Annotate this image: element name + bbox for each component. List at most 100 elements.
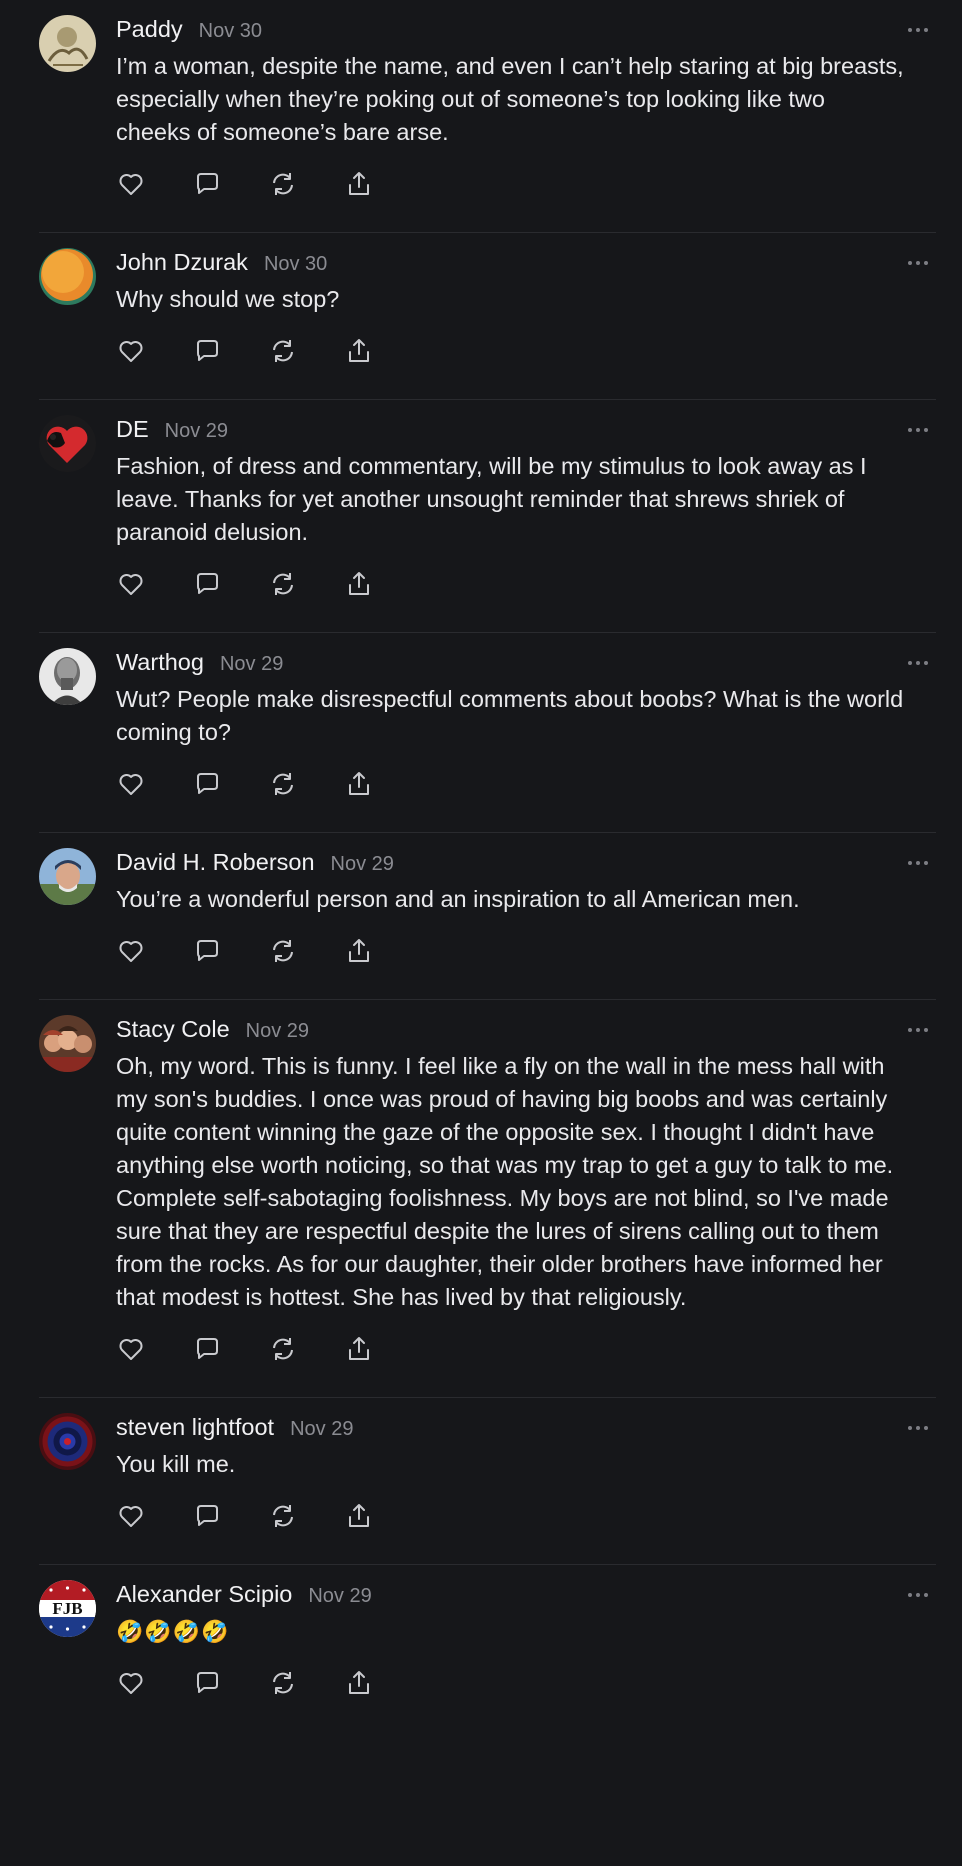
share-icon — [349, 1671, 369, 1694]
share-button[interactable] — [344, 336, 374, 366]
reply-button[interactable] — [192, 336, 222, 366]
avatar[interactable] — [39, 648, 96, 705]
comment-author[interactable]: Paddy — [116, 16, 183, 43]
share-icon — [349, 1504, 369, 1527]
comment-date[interactable]: Nov 29 — [246, 1020, 309, 1043]
reply-button[interactable] — [192, 1501, 222, 1531]
comment-date[interactable]: Nov 29 — [220, 653, 283, 676]
share-button[interactable] — [344, 169, 374, 199]
like-button[interactable] — [116, 1668, 146, 1698]
speech-bubble-icon — [197, 173, 218, 194]
restack-button[interactable] — [268, 769, 298, 799]
heart-icon — [119, 174, 143, 195]
restack-button[interactable] — [268, 1501, 298, 1531]
share-button[interactable] — [344, 1501, 374, 1531]
share-icon — [349, 939, 369, 962]
comment-date[interactable]: Nov 29 — [308, 1585, 371, 1608]
comment-item: John Dzurak Nov 30 Why should we stop? — [39, 233, 936, 400]
comment-author[interactable]: Alexander Scipio — [116, 1581, 292, 1608]
comment-author[interactable]: John Dzurak — [116, 249, 248, 276]
comment-date[interactable]: Nov 30 — [264, 253, 327, 276]
share-icon — [349, 172, 369, 195]
heart-icon — [119, 574, 143, 595]
restack-icon — [273, 1672, 293, 1694]
more-dots-icon[interactable] — [906, 853, 930, 873]
comment-actions — [116, 169, 936, 201]
share-icon — [349, 339, 369, 362]
more-dots-icon[interactable] — [906, 20, 930, 40]
reply-button[interactable] — [192, 936, 222, 966]
comment-text: I’m a woman, despite the name, and even … — [116, 53, 904, 145]
share-button[interactable] — [344, 936, 374, 966]
share-button[interactable] — [344, 769, 374, 799]
comment-item: Warthog Nov 29 Wut? People make disrespe… — [39, 633, 936, 833]
heart-icon — [119, 1339, 143, 1360]
like-button[interactable] — [116, 1501, 146, 1531]
like-button[interactable] — [116, 336, 146, 366]
comment-item: Paddy Nov 30 I’m a woman, despite the na… — [39, 0, 936, 233]
share-icon — [349, 772, 369, 795]
like-button[interactable] — [116, 936, 146, 966]
avatar[interactable] — [39, 415, 96, 472]
more-dots-icon[interactable] — [906, 653, 930, 673]
restack-icon — [273, 340, 293, 362]
like-button[interactable] — [116, 569, 146, 599]
comment-actions — [116, 769, 936, 801]
restack-icon — [273, 940, 293, 962]
like-button[interactable] — [116, 1334, 146, 1364]
comment-author[interactable]: Warthog — [116, 649, 204, 676]
restack-button[interactable] — [268, 1334, 298, 1364]
reply-button[interactable] — [192, 769, 222, 799]
comment-date[interactable]: Nov 30 — [199, 20, 262, 43]
comment-text: You kill me. — [116, 1451, 236, 1477]
comment-author[interactable]: DE — [116, 416, 149, 443]
like-button[interactable] — [116, 169, 146, 199]
comment-author[interactable]: Stacy Cole — [116, 1016, 230, 1043]
restack-icon — [273, 573, 293, 595]
comment-date[interactable]: Nov 29 — [331, 853, 394, 876]
restack-button[interactable] — [268, 569, 298, 599]
comment-text: Fashion, of dress and commentary, will b… — [116, 453, 867, 545]
speech-bubble-icon — [197, 940, 218, 961]
more-dots-icon[interactable] — [906, 1418, 930, 1438]
heart-icon — [119, 941, 143, 962]
reply-button[interactable] — [192, 569, 222, 599]
comment-actions — [116, 569, 936, 601]
avatar[interactable] — [39, 848, 96, 905]
avatar[interactable] — [39, 1015, 96, 1072]
comment-author[interactable]: David H. Roberson — [116, 849, 315, 876]
comment-text: Oh, my word. This is funny. I feel like … — [116, 1053, 894, 1310]
heart-icon — [119, 774, 143, 795]
comment-actions — [116, 1501, 936, 1533]
restack-button[interactable] — [268, 336, 298, 366]
restack-button[interactable] — [268, 1668, 298, 1698]
speech-bubble-icon — [197, 773, 218, 794]
avatar[interactable] — [39, 1413, 96, 1470]
more-dots-icon[interactable] — [906, 253, 930, 273]
more-dots-icon[interactable] — [906, 420, 930, 440]
like-button[interactable] — [116, 769, 146, 799]
reply-button[interactable] — [192, 1334, 222, 1364]
more-dots-icon[interactable] — [906, 1020, 930, 1040]
share-icon — [349, 572, 369, 595]
restack-button[interactable] — [268, 936, 298, 966]
restack-icon — [273, 1505, 293, 1527]
restack-button[interactable] — [268, 169, 298, 199]
share-button[interactable] — [344, 569, 374, 599]
avatar[interactable]: FJB — [39, 1580, 96, 1637]
speech-bubble-icon — [197, 1505, 218, 1526]
more-dots-icon[interactable] — [906, 1585, 930, 1605]
share-button[interactable] — [344, 1668, 374, 1698]
comment-date[interactable]: Nov 29 — [290, 1418, 353, 1441]
speech-bubble-icon — [197, 573, 218, 594]
avatar[interactable] — [39, 15, 96, 72]
avatar[interactable] — [39, 248, 96, 305]
share-button[interactable] — [344, 1334, 374, 1364]
comment-author[interactable]: steven lightfoot — [116, 1414, 274, 1441]
comment-item: DE Nov 29 Fashion, of dress and commenta… — [39, 400, 936, 633]
heart-icon — [119, 1673, 143, 1694]
reply-button[interactable] — [192, 169, 222, 199]
comment-item: David H. Roberson Nov 29 You’re a wonder… — [39, 833, 936, 1000]
reply-button[interactable] — [192, 1668, 222, 1698]
comment-date[interactable]: Nov 29 — [165, 420, 228, 443]
